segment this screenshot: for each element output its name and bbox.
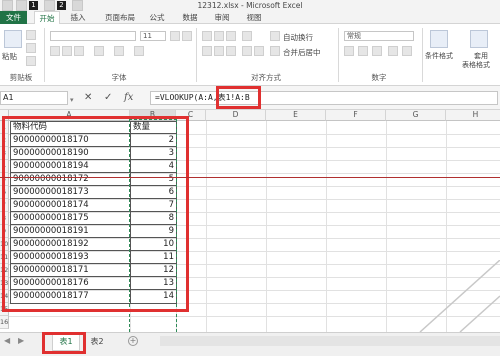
resize-grip-icon <box>419 260 500 332</box>
increase-indent-icon[interactable] <box>254 46 264 56</box>
paste-icon[interactable] <box>4 30 22 48</box>
undo-icon[interactable] <box>44 0 55 11</box>
insert-function-button[interactable]: fx <box>124 91 133 105</box>
highlight-box <box>2 116 189 312</box>
row-header[interactable]: 16 <box>0 316 9 329</box>
save-icon[interactable] <box>16 0 27 11</box>
align-right-icon[interactable] <box>226 46 236 56</box>
percent-icon[interactable] <box>358 46 368 56</box>
gridline <box>386 121 387 332</box>
group-divider <box>422 28 423 82</box>
align-center-icon[interactable] <box>214 46 224 56</box>
merge-center-button[interactable]: 合并后居中 <box>283 47 321 58</box>
tab-review[interactable]: 审阅 <box>210 11 234 24</box>
tab-home[interactable]: 开始 <box>34 11 60 24</box>
keytip-badge: 1 <box>29 1 38 10</box>
number-format-select[interactable]: 常规 <box>344 31 414 41</box>
align-top-icon[interactable] <box>202 31 212 41</box>
tab-insert[interactable]: 插入 <box>66 11 90 24</box>
name-box[interactable]: A1 <box>0 91 68 105</box>
highlight-box <box>42 332 86 354</box>
cancel-icon[interactable]: ✕ <box>84 91 92 105</box>
merge-center-icon[interactable] <box>270 46 280 56</box>
scroll-right-icon[interactable]: ▶ <box>18 336 24 345</box>
bold-icon[interactable] <box>50 46 60 56</box>
highlight-box <box>216 86 261 109</box>
decrease-decimal-icon[interactable] <box>402 46 412 56</box>
font-color-icon[interactable] <box>134 46 144 56</box>
annotation-line <box>0 177 500 178</box>
number-group-label: 数字 <box>371 73 387 82</box>
tab-formulas[interactable]: 公式 <box>145 11 169 24</box>
format-as-table-label: 表格格式 <box>462 61 490 69</box>
redo-icon[interactable] <box>72 0 83 11</box>
formula-input[interactable]: =VLOOKUP(A:A,表1!A:B <box>150 91 498 105</box>
increase-decimal-icon[interactable] <box>388 46 398 56</box>
column-header-g[interactable]: G <box>386 110 446 121</box>
gridline <box>326 121 327 332</box>
sheet-tab-2[interactable]: 表2 <box>84 333 110 351</box>
chevron-down-icon[interactable]: ▾ <box>70 93 74 107</box>
currency-icon[interactable] <box>344 46 354 56</box>
font-size-select[interactable]: 11 <box>140 31 166 41</box>
decrease-indent-icon[interactable] <box>242 46 252 56</box>
format-painter-icon[interactable] <box>26 56 36 66</box>
align-middle-icon[interactable] <box>214 31 224 41</box>
align-bottom-icon[interactable] <box>226 31 236 41</box>
keytip-badge: 2 <box>57 1 66 10</box>
copy-icon[interactable] <box>26 43 36 53</box>
tab-data[interactable]: 数据 <box>178 11 202 24</box>
wrap-text-button[interactable]: 自动换行 <box>283 32 313 43</box>
conditional-formatting-button[interactable]: 条件格式 <box>425 51 453 61</box>
enter-icon[interactable]: ✓ <box>104 91 112 105</box>
gridline <box>206 121 207 332</box>
orientation-icon[interactable] <box>242 31 252 41</box>
conditional-formatting-icon[interactable] <box>430 30 448 48</box>
new-sheet-icon[interactable]: + <box>128 336 138 346</box>
gridline <box>266 121 267 332</box>
clipboard-group-label: 剪贴板 <box>9 73 33 82</box>
font-group-label: 字体 <box>111 73 127 82</box>
cut-icon[interactable] <box>26 30 36 40</box>
horizontal-scrollbar[interactable] <box>160 336 500 346</box>
fill-color-icon[interactable] <box>114 46 124 56</box>
worksheet-grid[interactable]: A B C D E F G H 1 2 3 4 5 6 7 8 9 10 11 … <box>0 110 500 332</box>
tab-file[interactable]: 文件 <box>0 11 27 24</box>
scroll-left-icon[interactable]: ◀ <box>4 336 10 345</box>
column-header-e[interactable]: E <box>266 110 326 121</box>
comma-icon[interactable] <box>372 46 382 56</box>
column-header-f[interactable]: F <box>326 110 386 121</box>
alignment-group-label: 对齐方式 <box>251 73 281 82</box>
paste-button[interactable]: 粘贴 <box>2 51 17 62</box>
tab-view[interactable]: 视图 <box>242 11 266 24</box>
tab-page-layout[interactable]: 页面布局 <box>100 11 140 24</box>
borders-icon[interactable] <box>94 46 104 56</box>
underline-icon[interactable] <box>74 46 84 56</box>
italic-icon[interactable] <box>62 46 72 56</box>
column-header-h[interactable]: H <box>446 110 500 121</box>
shrink-font-icon[interactable] <box>182 31 192 41</box>
wrap-text-icon[interactable] <box>270 31 280 41</box>
column-header-d[interactable]: D <box>206 110 266 121</box>
format-as-table-icon[interactable] <box>470 30 488 48</box>
grow-font-icon[interactable] <box>170 31 180 41</box>
excel-logo-icon <box>2 0 13 11</box>
align-left-icon[interactable] <box>202 46 212 56</box>
font-name-select[interactable] <box>50 31 136 41</box>
